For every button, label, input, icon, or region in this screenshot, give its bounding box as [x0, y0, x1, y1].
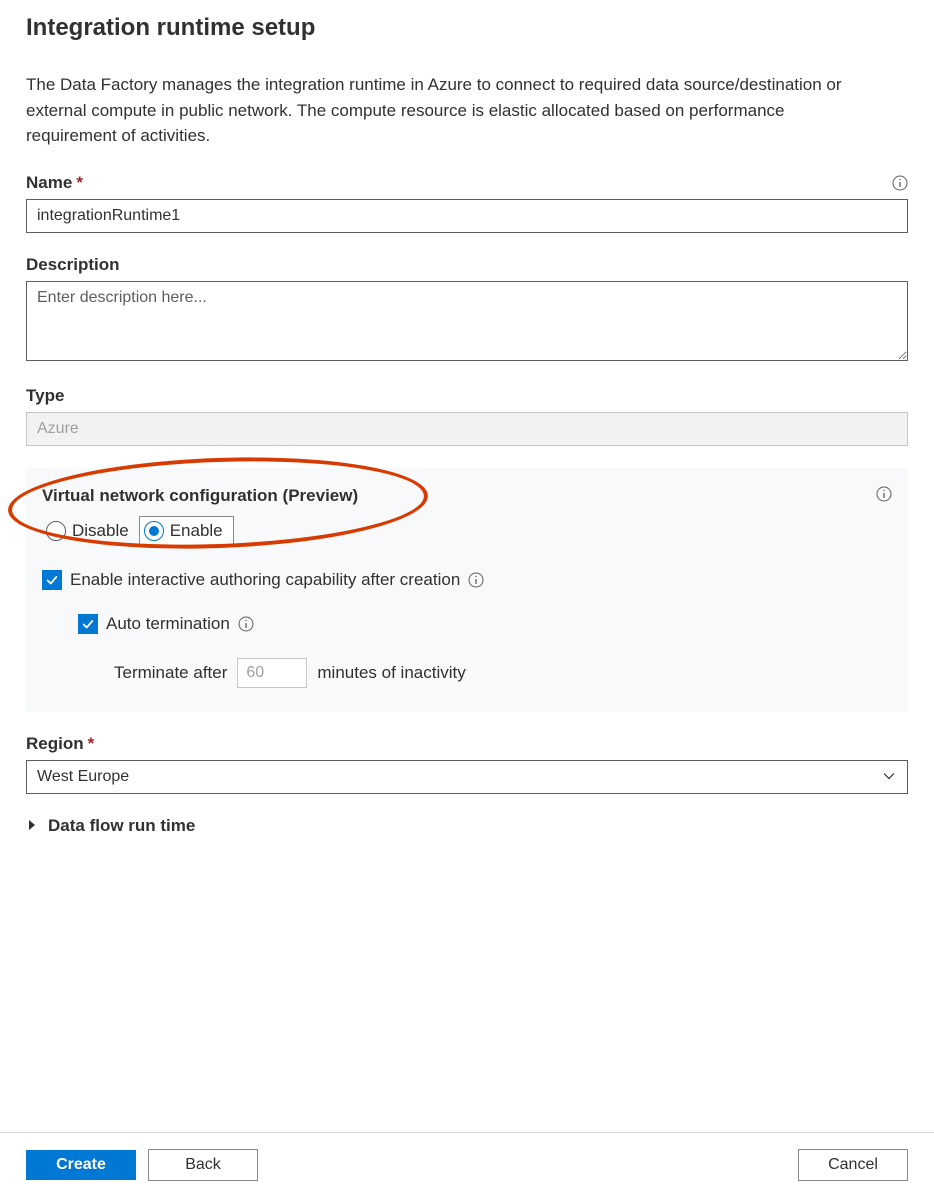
description-label: Description: [26, 255, 908, 275]
info-icon[interactable]: [892, 175, 908, 191]
vnet-radio-group: Disable Enable: [42, 516, 234, 546]
dataflow-runtime-expand[interactable]: Data flow run time: [26, 816, 908, 836]
page-description: The Data Factory manages the integration…: [26, 72, 876, 149]
auto-termination-checkbox[interactable]: [78, 614, 98, 634]
terminate-after-row: Terminate after minutes of inactivity: [114, 658, 892, 688]
interactive-authoring-label[interactable]: Enable interactive authoring capability …: [70, 570, 460, 590]
cancel-button[interactable]: Cancel: [798, 1149, 908, 1181]
name-field-group: Name*: [26, 173, 908, 233]
terminate-after-label: Terminate after: [114, 663, 227, 683]
chevron-right-icon: [26, 816, 38, 836]
description-input[interactable]: [26, 281, 908, 361]
interactive-authoring-row: Enable interactive authoring capability …: [42, 570, 892, 590]
type-field-group: Type: [26, 386, 908, 446]
vnet-radio-disable-label: Disable: [72, 521, 129, 541]
region-field-group: Region* West Europe: [26, 734, 908, 794]
description-field-group: Description: [26, 255, 908, 364]
vnet-panel: Virtual network configuration (Preview) …: [26, 468, 908, 712]
minutes-inactivity-label: minutes of inactivity: [317, 663, 465, 683]
vnet-radio-disable[interactable]: Disable: [42, 517, 139, 545]
vnet-heading: Virtual network configuration (Preview): [42, 486, 892, 506]
name-input[interactable]: [26, 199, 908, 233]
type-label: Type: [26, 386, 908, 406]
auto-termination-row: Auto termination: [78, 614, 892, 634]
name-label: Name*: [26, 173, 83, 193]
auto-termination-label[interactable]: Auto termination: [106, 614, 230, 634]
create-button[interactable]: Create: [26, 1150, 136, 1180]
info-icon[interactable]: [876, 486, 892, 502]
region-select[interactable]: West Europe: [26, 760, 908, 794]
terminate-after-input[interactable]: [237, 658, 307, 688]
info-icon[interactable]: [468, 572, 484, 588]
page-title: Integration runtime setup: [26, 14, 908, 42]
type-input: [26, 412, 908, 446]
vnet-radio-enable[interactable]: Enable: [139, 516, 234, 546]
info-icon[interactable]: [238, 616, 254, 632]
footer: Create Back Cancel: [0, 1132, 934, 1197]
vnet-radio-enable-label: Enable: [170, 521, 223, 541]
region-label: Region*: [26, 734, 908, 754]
interactive-authoring-checkbox[interactable]: [42, 570, 62, 590]
dataflow-runtime-label: Data flow run time: [48, 816, 195, 836]
back-button[interactable]: Back: [148, 1149, 258, 1181]
